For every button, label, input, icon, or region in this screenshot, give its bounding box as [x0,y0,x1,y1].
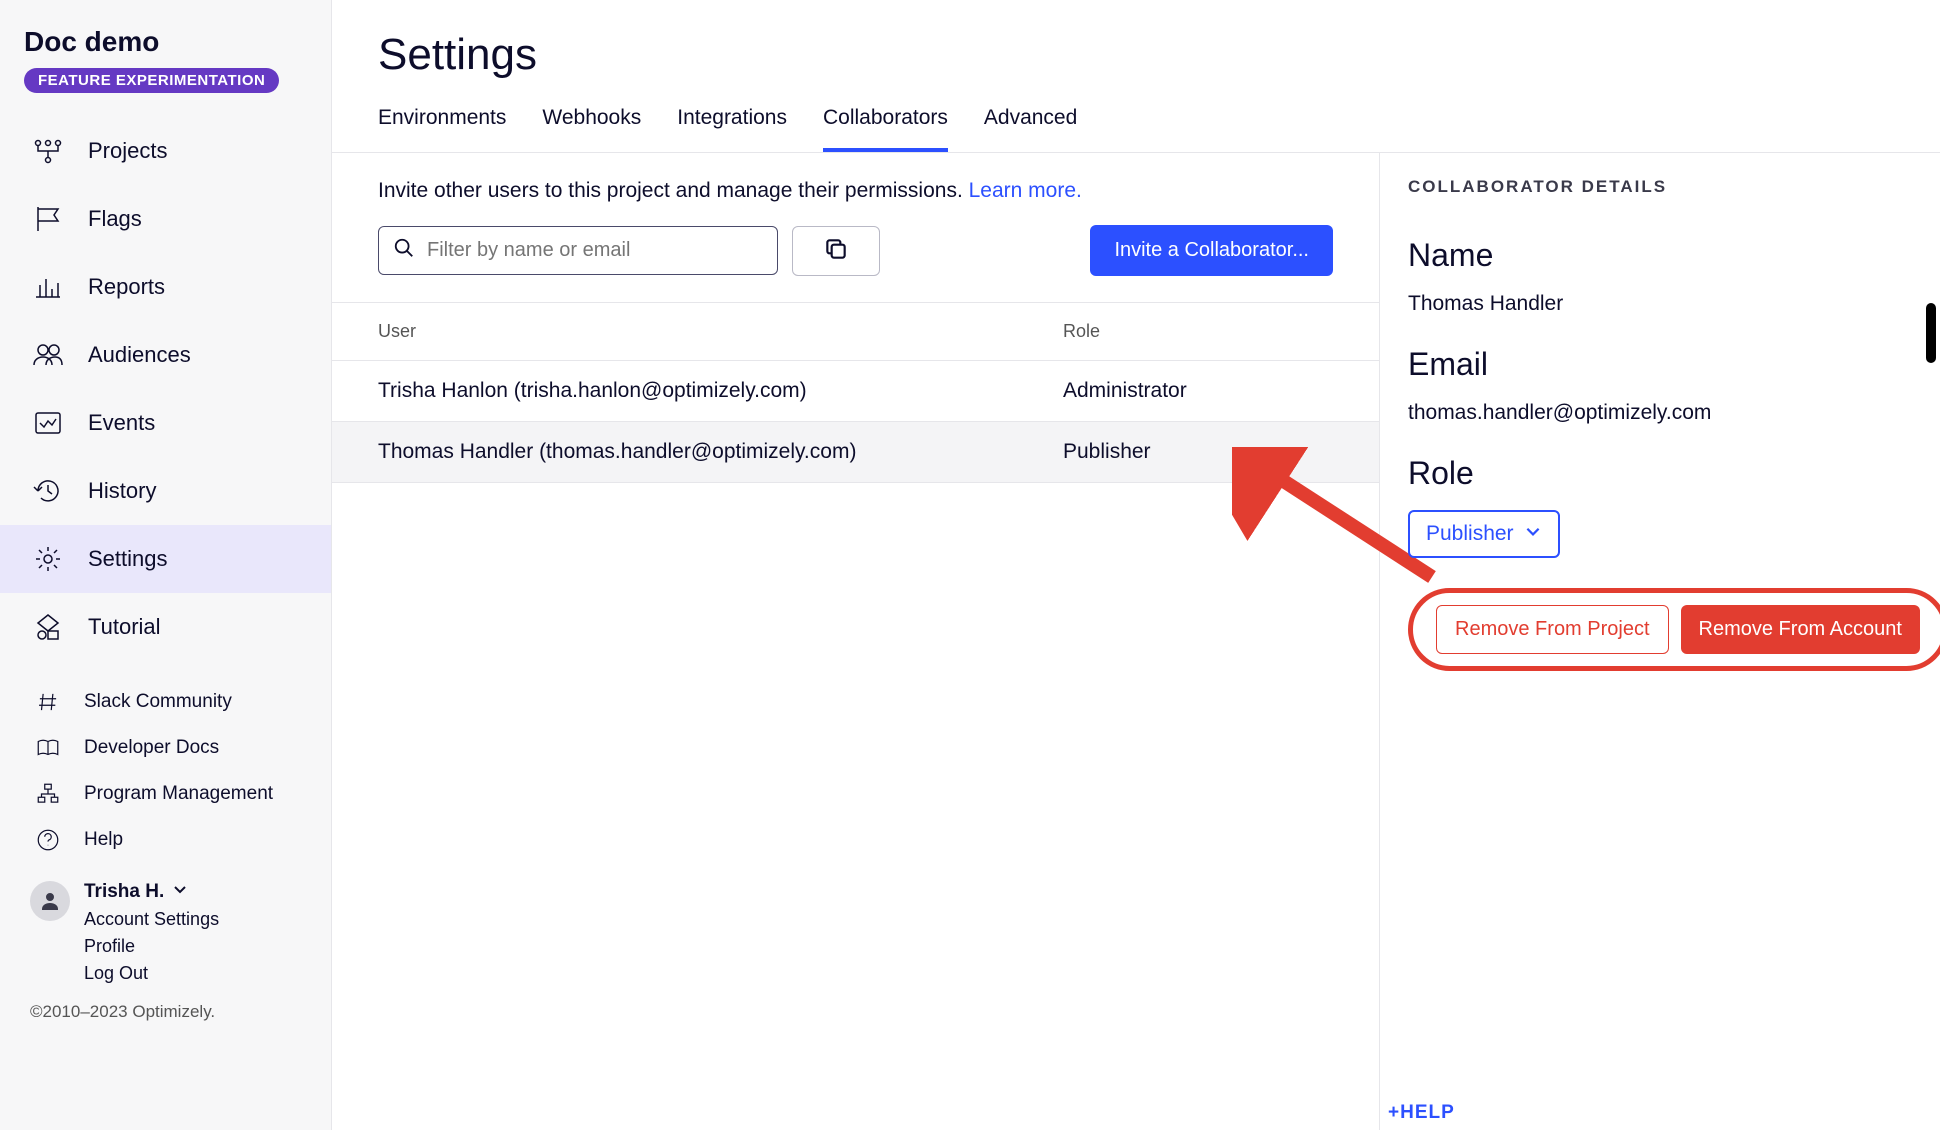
link-slack-community[interactable]: Slack Community [0,679,331,725]
intro-text: Invite other users to this project and m… [378,179,1333,203]
copy-icon [823,236,849,265]
tab-collaborators[interactable]: Collaborators [823,106,948,152]
sidebar-item-flags[interactable]: Flags [0,185,331,253]
sidebar-item-label: History [88,478,156,504]
primary-nav: Projects Flags Reports Audiences [0,117,331,661]
role-select-value: Publisher [1426,522,1514,546]
sidebar-item-label: Flags [88,206,142,232]
audiences-icon [30,339,66,371]
scrollbar-thumb[interactable] [1926,303,1936,363]
details-email-label: Email [1408,346,1912,383]
details-heading: COLLABORATOR DETAILS [1408,177,1912,197]
hash-icon [30,689,66,715]
chevron-down-icon [1524,522,1542,546]
learn-more-link[interactable]: Learn more. [969,179,1082,202]
sidebar-item-reports[interactable]: Reports [0,253,331,321]
product-badge: FEATURE EXPERIMENTATION [24,68,279,93]
tab-integrations[interactable]: Integrations [677,106,787,152]
user-link-profile[interactable]: Profile [84,936,219,957]
invite-collaborator-button[interactable]: Invite a Collaborator... [1090,225,1333,276]
sidebar-item-label: Events [88,410,155,436]
help-icon [30,827,66,853]
sidebar-item-label: Projects [88,138,167,164]
remove-from-account-button[interactable]: Remove From Account [1681,605,1920,654]
link-developer-docs[interactable]: Developer Docs [0,725,331,771]
user-name: Trisha H. [84,881,164,903]
flag-icon [30,203,66,235]
sidebar-item-events[interactable]: Events [0,389,331,457]
role-select[interactable]: Publisher [1408,510,1560,558]
link-label: Developer Docs [84,737,219,759]
cell-role: Administrator [1063,379,1333,403]
sidebar-item-label: Settings [88,546,168,572]
sidebar-item-audiences[interactable]: Audiences [0,321,331,389]
sidebar-item-label: Reports [88,274,165,300]
settings-tabs: Environments Webhooks Integrations Colla… [332,106,1940,153]
sidebar-item-settings[interactable]: Settings [0,525,331,593]
table-row[interactable]: Thomas Handler (thomas.handler@optimizel… [332,422,1379,483]
tab-environments[interactable]: Environments [378,106,506,152]
sidebar-item-projects[interactable]: Projects [0,117,331,185]
user-menu-toggle[interactable]: Trisha H. [84,881,219,903]
sidebar: Doc demo FEATURE EXPERIMENTATION Project… [0,0,332,1130]
copy-button[interactable] [792,226,880,276]
avatar [30,881,70,921]
sidebar-item-label: Audiences [88,342,191,368]
sidebar-item-label: Tutorial [88,614,161,640]
collaborators-pane: Invite other users to this project and m… [332,153,1380,1130]
link-help[interactable]: Help [0,817,331,863]
help-link[interactable]: +HELP [1388,1102,1455,1124]
table-header: User Role [332,302,1379,361]
chevron-down-icon [172,881,188,903]
sidebar-item-tutorial[interactable]: Tutorial [0,593,331,661]
collaborator-details-pane: COLLABORATOR DETAILS Name Thomas Handler… [1380,153,1940,1130]
user-link-account-settings[interactable]: Account Settings [84,909,219,930]
tutorial-icon [30,611,66,643]
reports-icon [30,271,66,303]
tab-advanced[interactable]: Advanced [984,106,1077,152]
cell-user: Thomas Handler (thomas.handler@optimizel… [378,440,1063,464]
projects-icon [30,135,66,167]
org-icon [30,781,66,807]
remove-buttons-highlight: Remove From Project Remove From Account [1408,588,1940,671]
main: Settings Environments Webhooks Integrati… [332,0,1940,1130]
link-label: Help [84,829,123,851]
sidebar-secondary-links: Slack Community Developer Docs Program M… [0,679,331,863]
collaborators-toolbar: Invite a Collaborator... [378,225,1333,276]
search-icon [393,237,415,264]
filter-search[interactable] [378,226,778,275]
user-link-logout[interactable]: Log Out [84,963,219,984]
filter-input[interactable] [427,239,763,262]
details-role-label: Role [1408,455,1912,492]
link-label: Slack Community [84,691,232,713]
events-icon [30,407,66,439]
table-row[interactable]: Trisha Hanlon (trisha.hanlon@optimizely.… [332,361,1379,422]
column-header-role: Role [1063,321,1333,342]
remove-from-project-button[interactable]: Remove From Project [1436,605,1669,654]
user-block: Trisha H. Account Settings Profile Log O… [0,863,331,984]
project-title: Doc demo [0,26,331,68]
book-icon [30,735,66,761]
history-icon [30,475,66,507]
details-name-label: Name [1408,237,1912,274]
cell-user: Trisha Hanlon (trisha.hanlon@optimizely.… [378,379,1063,403]
tab-webhooks[interactable]: Webhooks [542,106,641,152]
copyright: ©2010–2023 Optimizely. [0,984,331,1040]
details-email-value: thomas.handler@optimizely.com [1408,401,1912,425]
page-title: Settings [332,0,1940,106]
link-label: Program Management [84,783,273,805]
settings-icon [30,543,66,575]
sidebar-item-history[interactable]: History [0,457,331,525]
cell-role: Publisher [1063,440,1333,464]
details-name-value: Thomas Handler [1408,292,1912,316]
column-header-user: User [378,321,1063,342]
collaborators-table: User Role Trisha Hanlon (trisha.hanlon@o… [332,302,1379,483]
link-program-management[interactable]: Program Management [0,771,331,817]
